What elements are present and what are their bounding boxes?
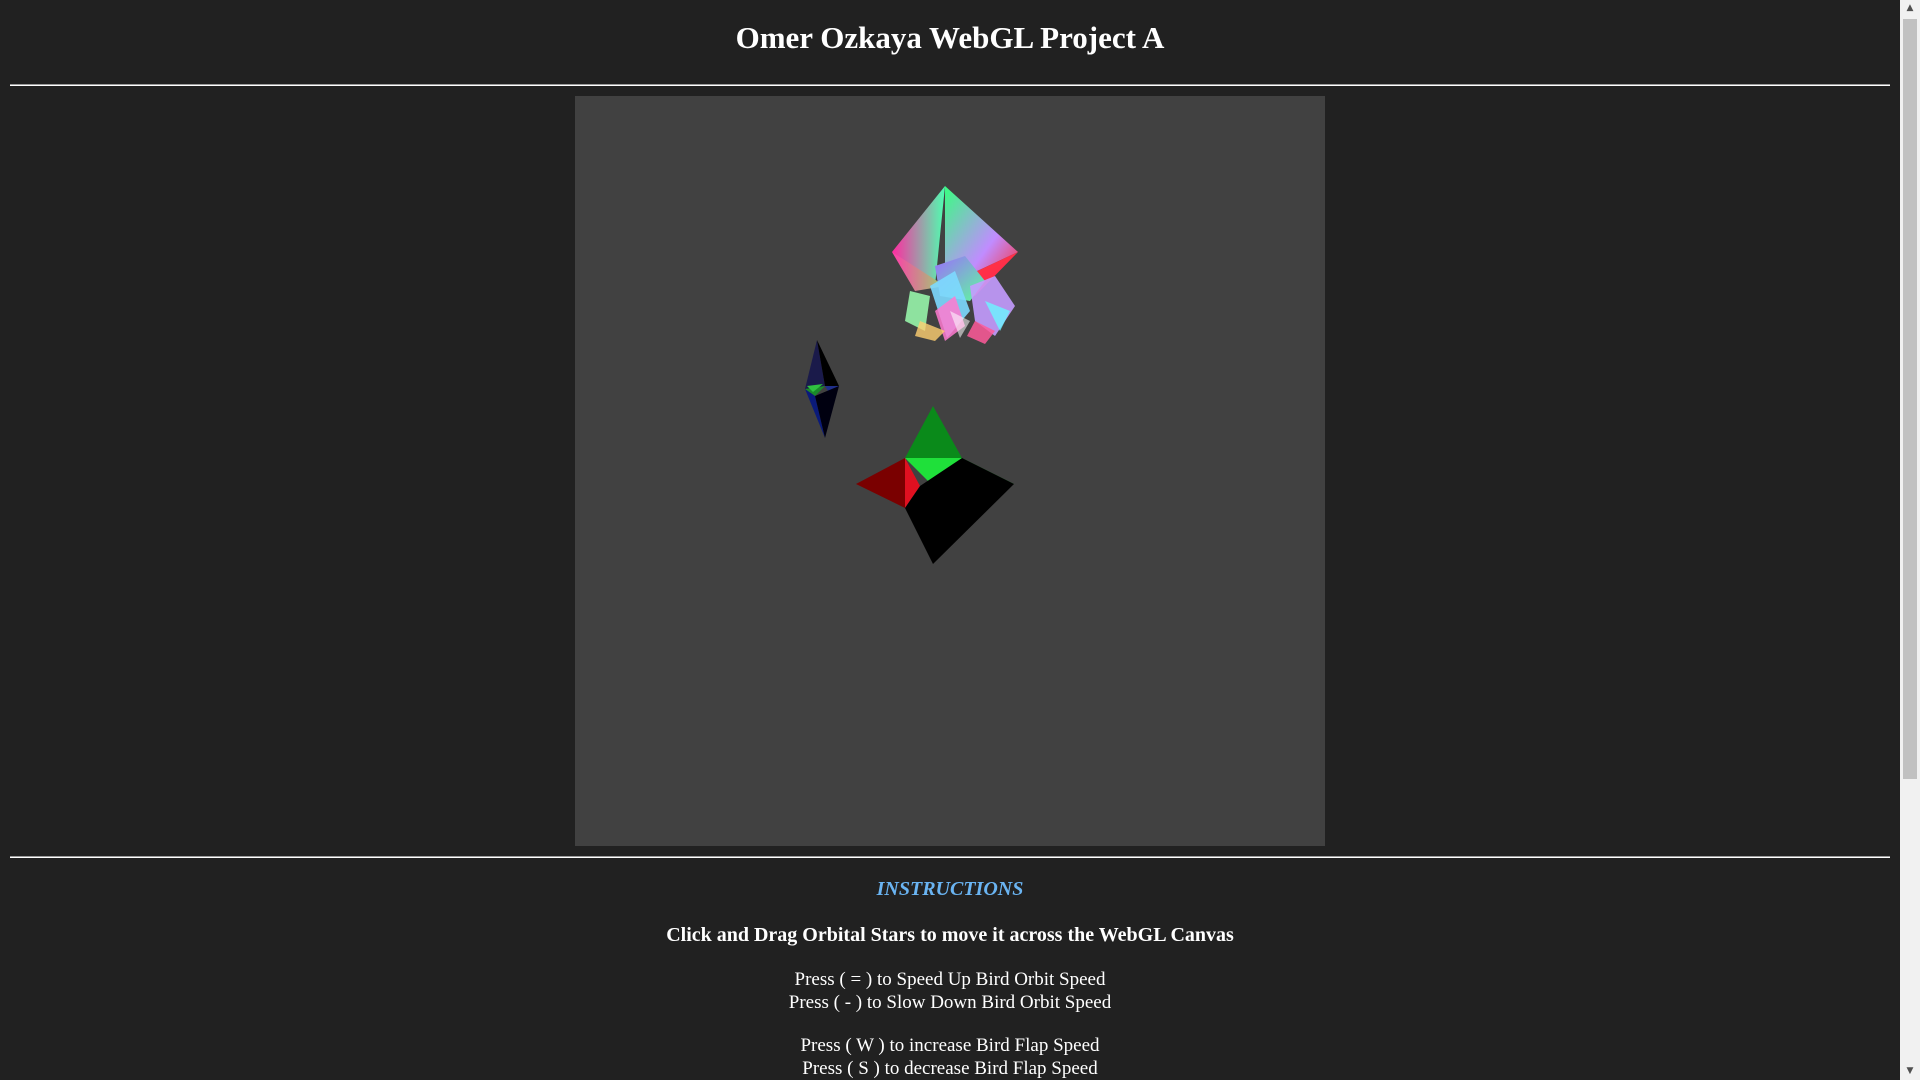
scrollbar-thumb[interactable]: [1903, 19, 1917, 779]
instruction-flap-increase: Press ( W ) to increase Bird Flap Speed: [800, 1035, 1100, 1056]
large-orbital-star[interactable]: [856, 406, 1014, 564]
instruction-flap-decrease: Press ( S ) to decrease Bird Flap Speed: [802, 1058, 1098, 1079]
scroll-up-arrow-icon[interactable]: ▲: [1900, 0, 1920, 17]
drag-instruction: Click and Drag Orbital Stars to move it …: [666, 924, 1234, 946]
instruction-slow-down: Press ( - ) to Slow Down Bird Orbit Spee…: [788, 992, 1112, 1013]
small-orbital-star[interactable]: [805, 340, 839, 438]
scroll-down-arrow-icon[interactable]: ▼: [1900, 1063, 1920, 1080]
bottom-divider: [10, 856, 1890, 858]
webgl-canvas[interactable]: [575, 96, 1325, 846]
page: Omer Ozkaya WebGL Project A INSTRUCTIONS…: [0, 0, 1900, 1080]
instruction-speed-up: Press ( = ) to Speed Up Bird Orbit Speed: [794, 969, 1106, 990]
instructions-heading: INSTRUCTIONS: [876, 878, 1024, 900]
top-divider: [10, 84, 1890, 86]
vertical-scrollbar[interactable]: ▲ ▼: [1900, 0, 1920, 1080]
bird-object[interactable]: [892, 186, 1018, 344]
page-title: Omer Ozkaya WebGL Project A: [735, 20, 1165, 55]
webgl-scene[interactable]: [575, 96, 1325, 846]
